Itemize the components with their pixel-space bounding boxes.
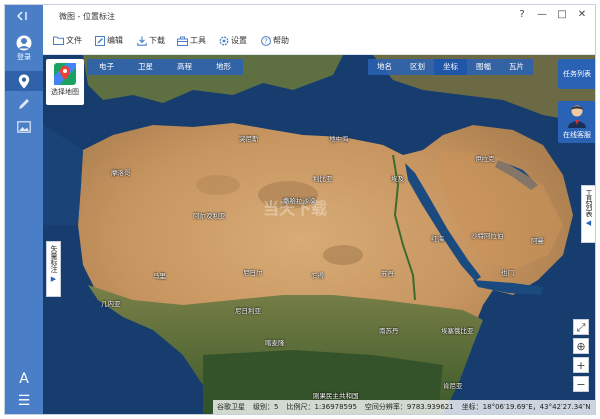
- zoom-out-button[interactable]: −: [573, 376, 589, 392]
- edit-menu[interactable]: 编辑: [95, 35, 123, 46]
- tab-place-names[interactable]: 地名: [368, 59, 401, 75]
- zoom-in-button[interactable]: +: [573, 357, 589, 373]
- fullscreen-icon[interactable]: ⤢: [573, 319, 589, 335]
- map-label: 尼日尔: [243, 269, 263, 277]
- download-menu[interactable]: 下载: [137, 35, 165, 46]
- service-agent-icon: [568, 105, 586, 128]
- status-bar: 谷歌卫星 级别：5 比例尺：1:36978595 空间分辨率：9783.9396…: [213, 400, 595, 414]
- overlay-tabs: 地名 区划 坐标 图幅 瓦片: [368, 59, 533, 75]
- google-maps-icon: [54, 63, 76, 85]
- image-icon[interactable]: [5, 121, 43, 133]
- tools-list-tab[interactable]: 工具列表 ◀: [581, 185, 595, 243]
- map-label: 尼日利亚: [235, 307, 261, 315]
- map-view[interactable]: 当天下载 地中海 撒哈拉沙漠 红海 伊拉克 沙特阿拉伯 阿尔及利亚 利比亚 埃及…: [43, 55, 595, 414]
- select-map-button[interactable]: 选择地图: [46, 59, 84, 105]
- help-menu[interactable]: ? 帮助: [261, 35, 289, 46]
- map-label: 埃及: [391, 175, 404, 183]
- user-avatar-icon: [16, 35, 32, 51]
- map-label: 也门: [501, 269, 514, 277]
- task-list-button[interactable]: 任务列表: [558, 59, 595, 89]
- map-label: 伊拉克: [475, 155, 495, 163]
- toolbox-icon: [177, 36, 188, 46]
- map-label: 撒哈拉沙漠: [283, 197, 316, 205]
- tab-terrain[interactable]: 地形: [204, 59, 243, 75]
- map-label: 突尼斯: [239, 135, 259, 143]
- online-service-button[interactable]: 在线客服: [558, 101, 595, 143]
- close-button[interactable]: ✕: [575, 9, 589, 21]
- help-circle-icon: ?: [261, 35, 271, 46]
- folder-icon: [53, 36, 64, 45]
- map-label: 刚果民主共和国: [313, 392, 359, 400]
- login-button[interactable]: 登录: [5, 35, 43, 62]
- chevron-left-icon: ◀: [585, 219, 592, 227]
- tools-menu[interactable]: 工具: [177, 35, 206, 46]
- title-bar: 微图 - 位置标注 ? — □ ✕: [43, 5, 595, 27]
- left-sidebar: 登录 A ☰: [5, 5, 43, 414]
- tab-satellite[interactable]: 卫星: [126, 59, 165, 75]
- status-source: 谷歌卫星: [217, 403, 245, 411]
- map-label: 红海: [431, 235, 444, 243]
- svg-text:?: ?: [264, 37, 268, 45]
- window-title: 微图 - 位置标注: [59, 12, 115, 21]
- map-label: 地中海: [329, 135, 349, 143]
- settings-menu[interactable]: 设置: [219, 35, 247, 46]
- download-icon: [137, 36, 147, 46]
- tab-coordinates[interactable]: 坐标: [434, 59, 467, 75]
- map-label: 乍得: [311, 272, 324, 280]
- tab-map-sheets[interactable]: 图幅: [467, 59, 500, 75]
- map-label: 喀麦隆: [265, 339, 285, 347]
- location-pin-icon[interactable]: [5, 71, 43, 91]
- map-label: 南苏丹: [379, 327, 399, 335]
- file-menu[interactable]: 文件: [53, 35, 82, 46]
- tools-list-label: 工具列表: [585, 189, 593, 217]
- map-label: 肯尼亚: [443, 382, 463, 390]
- app-window: 登录 A ☰ 微图 - 位置标注 ? — □ ✕ 文件 编辑 下载 工具 设置 …: [4, 4, 596, 415]
- map-label: 几内亚: [101, 300, 121, 308]
- vector-annotation-label: 矢量标注: [50, 245, 58, 273]
- map-label: 沙特阿拉伯: [471, 232, 504, 240]
- locate-icon[interactable]: ⊕: [573, 338, 589, 354]
- help-icon[interactable]: ?: [515, 9, 529, 21]
- online-service-label: 在线客服: [563, 131, 591, 139]
- minimize-button[interactable]: —: [535, 9, 549, 21]
- map-label: 阿曼: [531, 237, 544, 245]
- map-label: 阿尔及利亚: [193, 212, 226, 220]
- tab-divisions[interactable]: 区划: [401, 59, 434, 75]
- pen-icon[interactable]: [5, 97, 43, 111]
- map-type-tabs: 电子 卫星 高程 地形: [87, 59, 243, 75]
- select-map-label: 选择地图: [51, 88, 79, 96]
- font-style-icon[interactable]: A: [5, 371, 43, 387]
- chevron-right-icon: ▶: [50, 275, 57, 283]
- map-label: 利比亚: [313, 175, 333, 183]
- status-scale: 比例尺：1:36978595: [286, 403, 357, 411]
- satellite-map-image: [43, 55, 595, 414]
- map-label: 苏丹: [381, 270, 394, 278]
- gear-icon: [219, 36, 229, 45]
- menu-icon[interactable]: ☰: [5, 393, 43, 409]
- map-label: 马里: [153, 272, 166, 280]
- edit-icon: [95, 35, 105, 46]
- status-level: 级别：5: [253, 403, 279, 411]
- vector-annotation-tab[interactable]: 矢量标注 ▶: [46, 241, 61, 297]
- tab-electronic[interactable]: 电子: [87, 59, 126, 75]
- tab-tiles[interactable]: 瓦片: [500, 59, 533, 75]
- login-label: 登录: [17, 53, 31, 61]
- maximize-button[interactable]: □: [555, 9, 569, 21]
- status-coords: 坐标：18°06′19.69″E，43°42′27.34″N: [461, 403, 591, 411]
- tab-elevation[interactable]: 高程: [165, 59, 204, 75]
- toolbar: 文件 编辑 下载 工具 设置 ? 帮助: [43, 27, 595, 55]
- collapse-left-icon[interactable]: [5, 11, 43, 21]
- status-resolution: 空间分辨率：9783.939621: [364, 403, 454, 411]
- map-label: 埃塞俄比亚: [441, 327, 474, 335]
- map-label: 摩洛哥: [111, 169, 131, 177]
